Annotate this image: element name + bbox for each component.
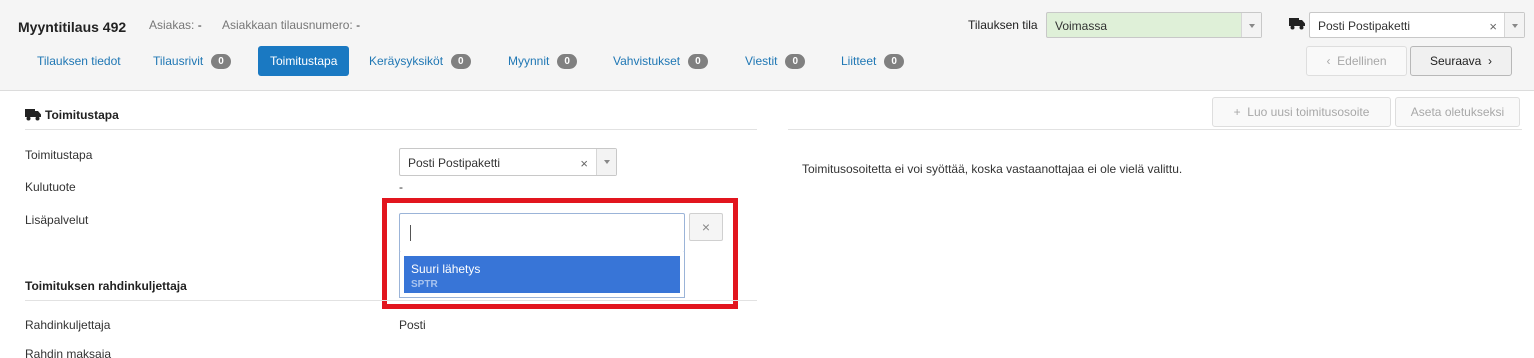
customer-order-meta: Asiakkaan tilausnumero: - (222, 18, 360, 32)
tab-sales[interactable]: Myynnit 0 (496, 46, 589, 76)
truck-icon (1289, 18, 1305, 30)
count-badge: 0 (211, 54, 231, 69)
carrier-value: Posti (399, 318, 426, 332)
order-state-value: Voimassa (1055, 19, 1108, 33)
highlight-annotation-box (382, 198, 738, 309)
order-state-label: Tilauksen tila (968, 18, 1038, 32)
tab-label: Toimitustapa (270, 54, 338, 68)
delivery-address-info-text: Toimitusosoitetta ei voi syöttää, koska … (802, 162, 1183, 176)
plus-icon: + (1233, 105, 1241, 119)
previous-button[interactable]: ‹ Edellinen (1306, 46, 1407, 76)
tab-picking-units[interactable]: Keräysyksiköt 0 (357, 46, 483, 76)
customer-order-label: Asiakkaan tilausnumero: (222, 18, 353, 32)
shipping-method-header-value: Posti Postipaketti (1318, 19, 1411, 33)
chevron-down-icon[interactable] (1241, 13, 1261, 37)
tab-order-rows[interactable]: Tilausrivit 0 (141, 46, 243, 76)
shipping-method-value: Posti Postipaketti (408, 156, 501, 170)
count-badge: 0 (785, 54, 806, 69)
chevron-down-icon[interactable] (596, 149, 616, 175)
divider (25, 129, 757, 130)
consumable-label: Kulutuote (25, 180, 76, 194)
set-default-label: Aseta oletukseksi (1410, 105, 1505, 119)
tab-label: Keräysyksiköt (369, 54, 444, 68)
clear-icon[interactable]: × (580, 156, 588, 171)
shipping-method-label: Toimitustapa (25, 148, 93, 162)
customer-order-value: - (356, 18, 361, 32)
next-label: Seuraava (1429, 54, 1482, 68)
count-badge: 0 (688, 54, 708, 69)
divider (25, 300, 757, 301)
consumable-value: - (399, 180, 403, 194)
tab-label: Myynnit (508, 54, 550, 68)
truck-icon (25, 109, 41, 121)
carrier-label: Rahdinkuljettaja (25, 318, 111, 332)
clear-icon[interactable]: × (1489, 19, 1497, 34)
shipping-method-select[interactable]: Posti Postipaketti × (399, 148, 617, 176)
tab-messages[interactable]: Viestit 0 (733, 46, 817, 76)
divider (788, 129, 1522, 130)
tab-confirmations[interactable]: Vahvistukset 0 (601, 46, 720, 76)
tab-label: Tilauksen tiedot (37, 54, 121, 68)
customer-meta: Asiakas: - (149, 18, 202, 32)
chevron-down-icon[interactable] (1504, 13, 1524, 37)
count-badge: 0 (451, 54, 471, 69)
shipping-method-header-select[interactable]: Posti Postipaketti × (1309, 12, 1525, 38)
shipping-section-title: Toimitustapa (45, 108, 119, 122)
chevron-left-icon: ‹ (1326, 54, 1331, 68)
additional-services-label: Lisäpalvelut (25, 213, 89, 227)
order-state-select[interactable]: Voimassa (1046, 12, 1262, 38)
tab-order-details[interactable]: Tilauksen tiedot (25, 46, 133, 76)
customer-label: Asiakas: (149, 18, 195, 32)
count-badge: 0 (884, 54, 904, 69)
freight-payer-label: Rahdin maksaja (25, 347, 112, 358)
next-button[interactable]: Seuraava › (1410, 46, 1512, 76)
chevron-right-icon: › (1488, 54, 1493, 68)
tab-label: Tilausrivit (153, 54, 204, 68)
tab-attachments[interactable]: Liitteet 0 (829, 46, 916, 76)
count-badge: 0 (557, 54, 577, 69)
order-header: Myyntitilaus 492 Asiakas: - Asiakkaan ti… (0, 0, 1534, 91)
tab-label: Viestit (745, 54, 778, 68)
customer-value: - (197, 18, 202, 32)
new-delivery-address-label: Luo uusi toimitusosoite (1247, 105, 1370, 119)
tab-label: Vahvistukset (613, 54, 681, 68)
page-title: Myyntitilaus 492 (18, 19, 127, 35)
new-delivery-address-button[interactable]: + Luo uusi toimitusosoite (1212, 97, 1391, 127)
previous-label: Edellinen (1337, 54, 1387, 68)
tab-label: Liitteet (841, 54, 877, 68)
tab-shipping[interactable]: Toimitustapa (258, 46, 350, 76)
carrier-section-title: Toimituksen rahdinkuljettaja (25, 279, 187, 293)
set-default-button[interactable]: Aseta oletukseksi (1395, 97, 1520, 127)
